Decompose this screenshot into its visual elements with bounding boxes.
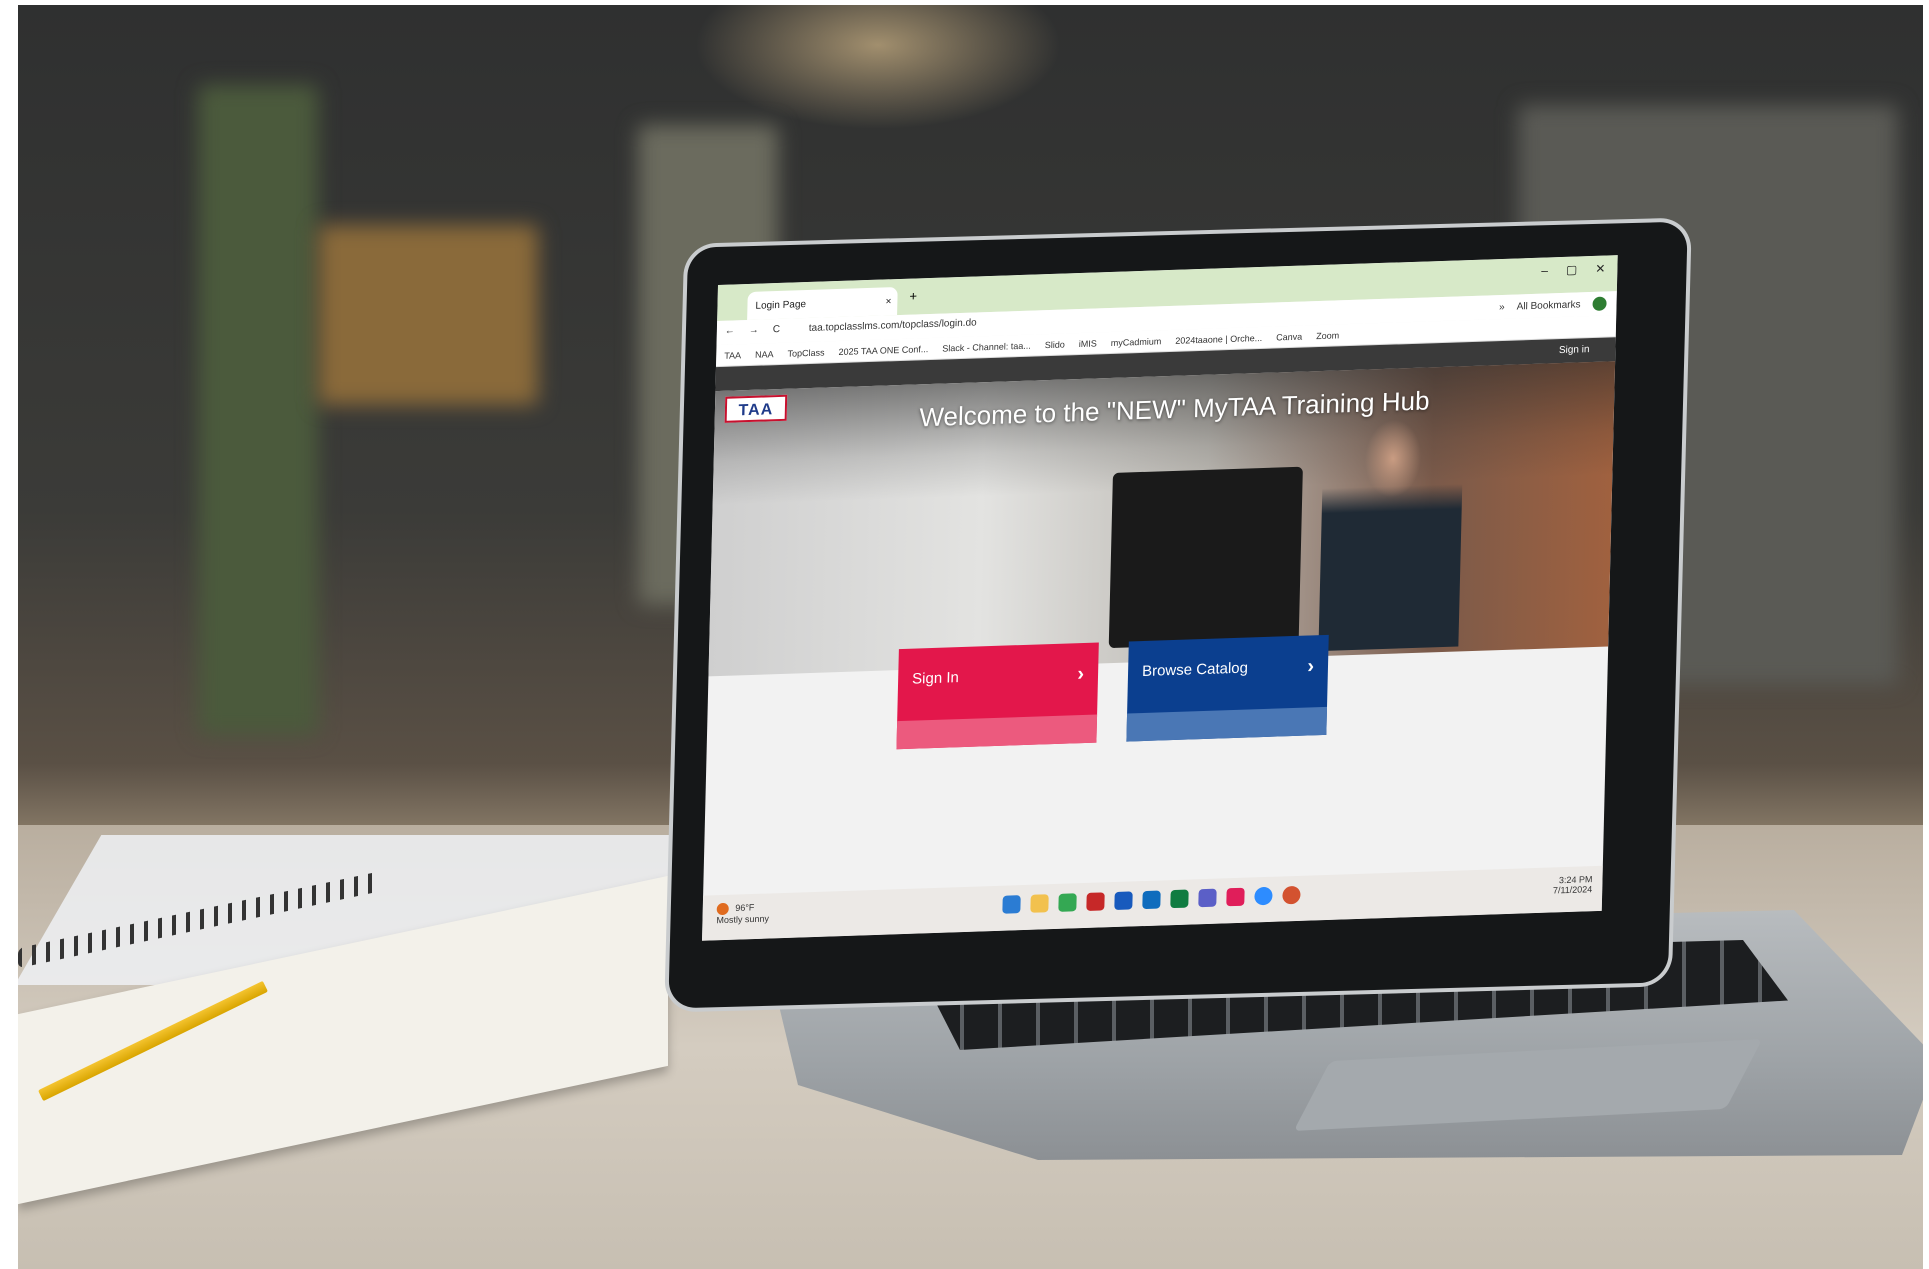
blurred-book (318, 225, 538, 405)
sign-in-button[interactable]: Sign In › (896, 642, 1099, 750)
hero-banner: TAA Welcome to the "NEW" MyTAA Training … (708, 361, 1616, 677)
person-graphic (1318, 396, 1465, 652)
all-bookmarks[interactable]: All Bookmarks (1517, 299, 1581, 312)
sun-icon (716, 902, 729, 916)
weather-condition: Mostly sunny (716, 913, 770, 926)
monitor-graphic (1108, 466, 1303, 649)
url-field[interactable]: taa.topclasslms.com/topclass/login.do (809, 317, 977, 334)
sign-in-label: Sign In (911, 669, 960, 688)
new-tab-button[interactable]: + (909, 288, 917, 303)
bookmark-item[interactable]: Slack - Channel: taa... (942, 340, 1031, 353)
button-stripe (1126, 706, 1328, 742)
bookmark-item[interactable]: Slido (1045, 339, 1065, 350)
temperature: 96°F (735, 902, 755, 913)
close-window-icon[interactable]: ✕ (1595, 262, 1605, 276)
weather-widget[interactable]: 96°F Mostly sunny (716, 901, 769, 925)
teams-icon[interactable] (1198, 888, 1217, 908)
slack-icon[interactable] (1226, 887, 1245, 907)
tab-title: Login Page (755, 298, 807, 312)
window-controls: – ▢ ✕ (1541, 262, 1605, 278)
bookmark-item[interactable]: Zoom (1316, 330, 1339, 341)
system-tray[interactable]: 3:24 PM 7/11/2024 (1553, 874, 1593, 895)
button-stripe (896, 714, 1098, 750)
photo-background: Login Page × + – ▢ ✕ ← → C taa.topclassl… (18, 5, 1923, 1269)
minimize-icon[interactable]: – (1541, 263, 1548, 277)
outlook-icon[interactable] (1142, 890, 1161, 910)
bookmark-item[interactable]: Canva (1276, 331, 1302, 342)
bookmark-item[interactable]: TAA (724, 350, 741, 361)
bookmark-item[interactable]: TopClass (787, 347, 824, 358)
bookmark-item[interactable]: iMIS (1079, 338, 1097, 349)
bookmark-item[interactable]: NAA (755, 349, 774, 360)
excel-icon[interactable] (1170, 889, 1189, 909)
browse-catalog-label: Browse Catalog (1141, 659, 1249, 681)
bookmark-item[interactable]: 2024taaone | Orche... (1175, 332, 1262, 345)
forward-icon[interactable]: → (749, 325, 759, 336)
word-icon[interactable] (1114, 891, 1133, 911)
laptop-screen: Login Page × + – ▢ ✕ ← → C taa.topclassl… (701, 255, 1618, 941)
zoom-icon[interactable] (1254, 886, 1273, 906)
blurred-book (198, 85, 318, 735)
close-tab-icon[interactable]: × (885, 296, 891, 307)
bookmark-item[interactable]: 2025 TAA ONE Conf... (838, 344, 928, 357)
clock-date: 7/11/2024 (1552, 884, 1593, 896)
bookmark-item[interactable]: myCadmium (1111, 336, 1162, 348)
taa-logo: TAA (724, 394, 788, 423)
acrobat-icon[interactable] (1086, 892, 1105, 911)
browse-catalog-button[interactable]: Browse Catalog › (1126, 634, 1329, 742)
start-icon[interactable] (1002, 895, 1021, 914)
chevron-right-icon: › (1077, 662, 1085, 686)
more-bookmarks-icon[interactable]: » (1499, 301, 1505, 312)
header-signin-link[interactable]: Sign in (1559, 344, 1590, 356)
powerpoint-icon[interactable] (1282, 885, 1301, 905)
chevron-right-icon: › (1307, 655, 1315, 678)
taskbar-apps (1002, 885, 1301, 914)
reload-icon[interactable]: C (773, 324, 781, 335)
chrome-icon[interactable] (1058, 893, 1077, 912)
back-icon[interactable]: ← (725, 325, 735, 336)
file-explorer-icon[interactable] (1030, 894, 1049, 913)
maximize-icon[interactable]: ▢ (1566, 262, 1578, 276)
profile-avatar[interactable] (1592, 296, 1607, 311)
